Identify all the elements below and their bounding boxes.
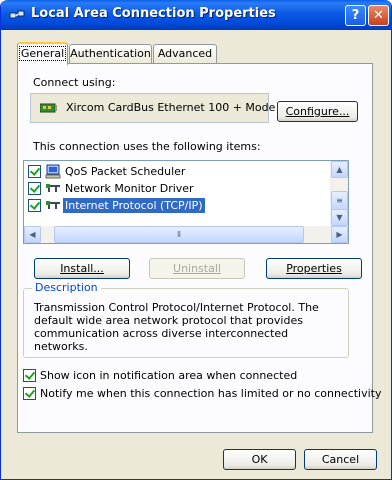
item-checkbox[interactable] <box>28 199 41 212</box>
scroll-right-icon[interactable]: ▶ <box>331 226 348 243</box>
connect-using-label: Connect using: <box>33 76 116 89</box>
properties-window: Local Area Connection Properties ? ✕ Gen… <box>0 0 392 480</box>
scroll-left-icon[interactable]: ◀ <box>24 226 41 243</box>
horizontal-scroll-thumb[interactable]: ⦀ <box>54 226 304 243</box>
item-checkbox[interactable] <box>28 165 41 178</box>
network-service-icon <box>45 164 61 179</box>
scroll-up-icon[interactable]: ▲ <box>331 161 348 178</box>
notify-label: Notify me when this connection has limit… <box>40 387 382 400</box>
description-title: Description <box>32 281 101 294</box>
window-title: Local Area Connection Properties <box>31 6 276 21</box>
adapter-box: Xircom CardBus Ethernet 100 + Mode <box>30 93 275 123</box>
show-icon-checkbox[interactable] <box>23 369 36 382</box>
notify-checkbox[interactable] <box>23 387 36 400</box>
list-item[interactable]: QoS Packet Scheduler <box>26 163 331 180</box>
install-button[interactable]: Install... <box>34 258 130 279</box>
title-bar[interactable]: Local Area Connection Properties ? ✕ <box>1 0 391 30</box>
tab-advanced[interactable]: Advanced <box>153 44 217 63</box>
item-label: QoS Packet Scheduler <box>65 165 186 178</box>
uninstall-button[interactable]: Uninstall <box>149 258 245 279</box>
network-adapter-icon <box>40 103 57 113</box>
adapter-name: Xircom CardBus Ethernet 100 + Mode <box>66 101 276 114</box>
configure-button[interactable]: Configure... <box>277 101 358 122</box>
item-label: Internet Protocol (TCP/IP) <box>63 198 205 213</box>
description-group: Description Transmission Control Protoco… <box>23 281 349 358</box>
item-label: Network Monitor Driver <box>65 182 194 195</box>
protocol-icon <box>46 201 60 209</box>
vertical-scrollbar[interactable]: ▲ ≡ ▼ <box>330 161 348 226</box>
ok-button[interactable]: OK <box>223 449 296 470</box>
help-button[interactable]: ? <box>345 5 366 26</box>
show-icon-option[interactable]: Show icon in notification area when conn… <box>23 369 343 384</box>
notify-option[interactable]: Notify me when this connection has limit… <box>23 387 382 402</box>
scroll-thumb[interactable]: ≡ <box>331 191 348 211</box>
properties-button[interactable]: Properties <box>266 258 362 279</box>
network-connection-icon <box>9 10 25 19</box>
cancel-button[interactable]: Cancel <box>304 449 377 470</box>
list-item[interactable]: Network Monitor Driver <box>26 180 331 197</box>
protocol-icon <box>46 184 60 192</box>
horizontal-scrollbar[interactable]: ◀ ⦀ ▶ <box>24 226 348 243</box>
tab-general[interactable]: General <box>17 42 68 65</box>
tab-authentication[interactable]: Authentication <box>69 44 152 63</box>
description-text: Transmission Control Protocol/Internet P… <box>34 301 319 353</box>
items-label: This connection uses the following items… <box>33 140 261 153</box>
show-icon-label: Show icon in notification area when conn… <box>40 369 298 382</box>
item-checkbox[interactable] <box>28 182 41 195</box>
components-list[interactable]: QoS Packet Scheduler Network Monitor Dri… <box>23 160 349 244</box>
close-button[interactable]: ✕ <box>368 5 389 26</box>
scroll-down-icon[interactable]: ▼ <box>331 209 348 226</box>
list-item[interactable]: Internet Protocol (TCP/IP) <box>26 197 331 214</box>
